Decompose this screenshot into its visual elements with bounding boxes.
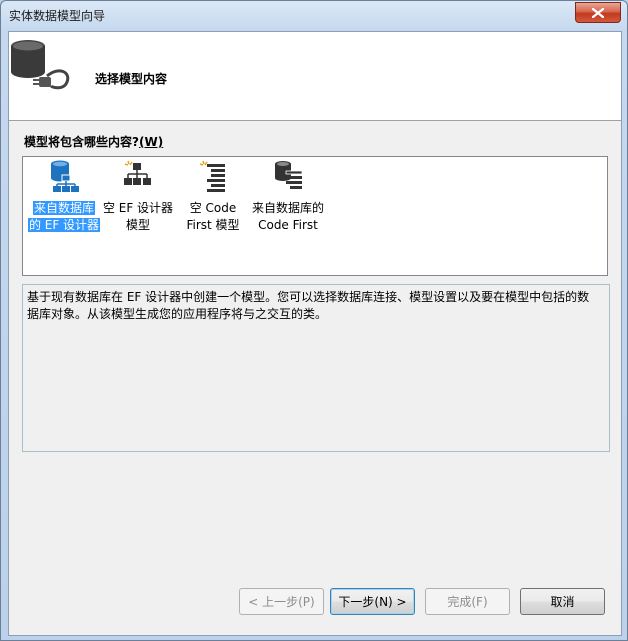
model-type-label-line1: 来自数据库 bbox=[32, 201, 95, 215]
model-type-label-line1: 空 Code bbox=[189, 201, 237, 215]
model-contents-mnemonic: (W) bbox=[138, 135, 164, 149]
empty-code-first-icon bbox=[199, 160, 225, 192]
model-description-text: 基于现有数据库在 EF 设计器中创建一个模型。您可以选择数据库连接、模型设置以及… bbox=[27, 290, 590, 321]
database-code-first-icon bbox=[275, 161, 303, 189]
title-bar[interactable]: 实体数据模型向导 bbox=[1, 1, 627, 29]
model-type-item-code-first-from-database[interactable]: 来自数据库的 Code First bbox=[250, 159, 326, 234]
window-title: 实体数据模型向导 bbox=[9, 9, 106, 23]
model-type-list[interactable]: 来自数据库 的 EF 设计器 空 EF 设计器 模型 空 Code First … bbox=[22, 156, 608, 276]
model-contents-label: 模型将包含哪些内容?(W) bbox=[24, 133, 163, 150]
close-icon bbox=[592, 7, 604, 18]
model-type-item-ef-from-database[interactable]: 来自数据库 的 EF 设计器 bbox=[26, 159, 102, 234]
wizard-window: 实体数据模型向导 选择模型内容 模型将包含哪些内容?(W) 来自数据库 的 EF… bbox=[0, 0, 628, 641]
wizard-client-area: 选择模型内容 模型将包含哪些内容?(W) 来自数据库 的 EF 设计器 空 EF… bbox=[8, 31, 622, 636]
model-type-label-line2: Code First bbox=[258, 218, 318, 232]
database-hierarchy-icon bbox=[51, 160, 79, 192]
cancel-button[interactable]: 取消 bbox=[520, 588, 605, 615]
wizard-header: 选择模型内容 bbox=[9, 32, 621, 121]
model-contents-label-text: 模型将包含哪些内容? bbox=[24, 135, 139, 149]
model-type-item-empty-ef[interactable]: 空 EF 设计器 模型 bbox=[100, 159, 176, 234]
model-type-label-line1: 空 EF 设计器 bbox=[102, 201, 174, 215]
next-button[interactable]: 下一步(N) > bbox=[330, 588, 415, 615]
empty-hierarchy-icon bbox=[124, 160, 151, 185]
page-title: 选择模型内容 bbox=[95, 72, 168, 86]
database-plug-icon bbox=[11, 40, 70, 90]
model-type-label-line2: 模型 bbox=[125, 218, 150, 232]
close-button[interactable] bbox=[575, 2, 621, 23]
finish-button[interactable]: 完成(F) bbox=[425, 588, 510, 615]
model-type-label-line1: 来自数据库的 bbox=[251, 201, 324, 215]
model-type-label-line2: 的 EF 设计器 bbox=[27, 218, 101, 232]
back-button[interactable]: < 上一步(P) bbox=[239, 588, 324, 615]
model-type-label-line2: First 模型 bbox=[186, 218, 240, 232]
model-description-panel: 基于现有数据库在 EF 设计器中创建一个模型。您可以选择数据库连接、模型设置以及… bbox=[22, 284, 610, 452]
model-type-item-empty-code-first[interactable]: 空 Code First 模型 bbox=[175, 159, 251, 234]
